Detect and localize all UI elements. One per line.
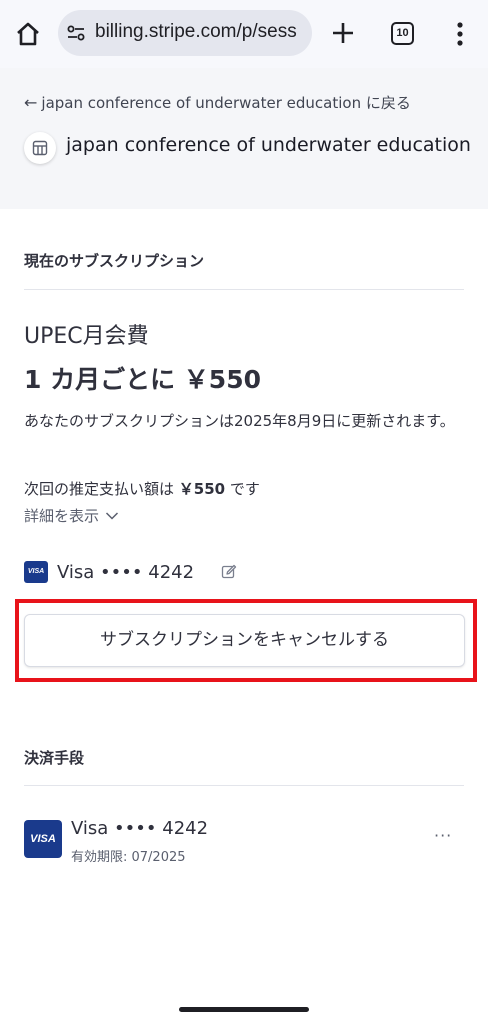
browser-toolbar: billing.stripe.com/p/sess 10 [0, 0, 488, 68]
arrow-left-icon: ← [24, 93, 38, 112]
payment-methods-section-title: 決済手段 [24, 749, 85, 767]
renewal-text: あなたのサブスクリプションは2025年8月9日に更新されます。 [24, 412, 455, 430]
show-details-label[interactable]: 詳細を表示 [24, 505, 99, 526]
plus-icon[interactable] [330, 20, 356, 46]
divider [24, 289, 464, 290]
edit-icon[interactable] [221, 564, 237, 580]
tabs-icon[interactable]: 10 [391, 22, 414, 45]
visa-icon: VISA [24, 820, 62, 858]
more-options-icon[interactable]: ··· [434, 826, 452, 845]
chevron-down-icon [105, 511, 119, 520]
cancel-subscription-button[interactable]: サブスクリプションをキャンセルする [24, 614, 465, 667]
more-vert-icon[interactable] [450, 20, 470, 48]
payment-method-label: Visa •••• 4242 [71, 818, 209, 839]
plan-name: UPEC月会費 [24, 324, 149, 349]
next-payment-amount: ￥550 [178, 480, 226, 498]
address-bar[interactable]: billing.stripe.com/p/sess [58, 10, 312, 56]
payment-method-expiry: 有効期限: 07/2025 [71, 850, 186, 865]
gesture-navigation-bar[interactable] [179, 1007, 309, 1012]
next-payment-text: 次回の推定支払い額は ￥550 です [24, 478, 260, 499]
tune-icon[interactable] [66, 23, 86, 43]
back-link-label[interactable]: japan conference of underwater education… [41, 92, 410, 113]
merchant-logo [24, 132, 56, 164]
plan-price: 1 カ月ごとに ￥550 [24, 365, 261, 394]
back-link[interactable]: ← japan conference of underwater educati… [24, 92, 411, 113]
show-details-toggle[interactable]: 詳細を表示 [24, 505, 119, 526]
home-icon[interactable] [14, 20, 42, 48]
divider [24, 785, 464, 786]
subscription-section-title: 現在のサブスクリプション [24, 252, 205, 270]
payment-method-row: VISA Visa •••• 4242 有効期限: 07/2025 ··· [24, 818, 464, 865]
subscription-card: VISA Visa •••• 4242 [24, 560, 237, 584]
merchant-name: japan conference of underwater education [66, 134, 471, 156]
visa-icon: VISA [24, 561, 48, 583]
store-icon [32, 140, 48, 156]
next-payment-prefix: 次回の推定支払い額は [24, 480, 175, 498]
card-label: Visa •••• 4242 [57, 561, 195, 583]
next-payment-suffix: です [229, 480, 260, 498]
merchant-header: ← japan conference of underwater educati… [0, 68, 488, 209]
url-text[interactable]: billing.stripe.com/p/sess [95, 21, 297, 43]
